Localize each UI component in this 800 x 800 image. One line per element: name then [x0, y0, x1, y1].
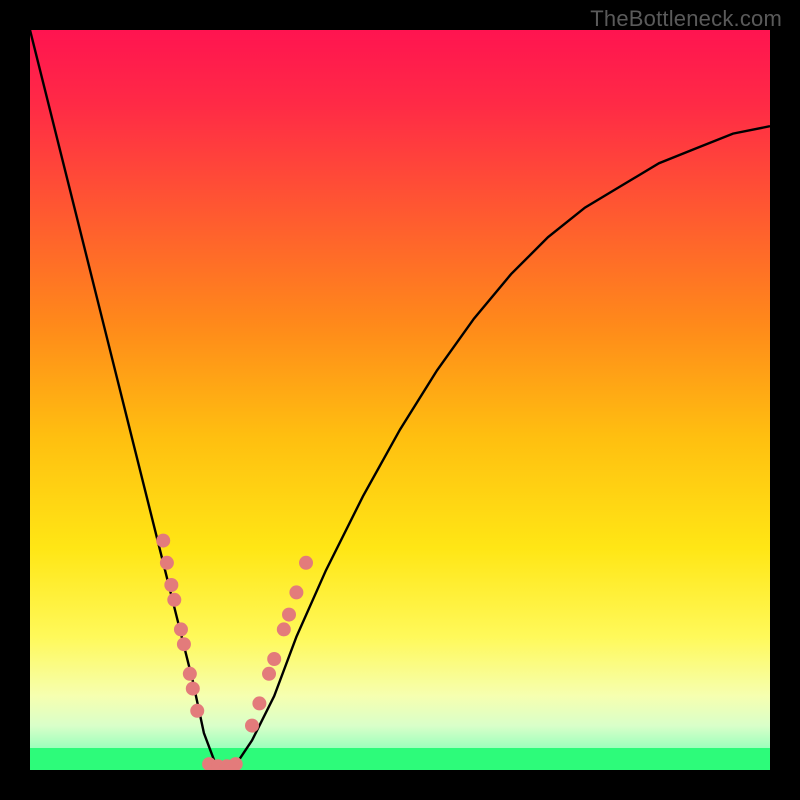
right-branch-dots-dot [289, 585, 303, 599]
right-branch-dots-dot [262, 667, 276, 681]
left-branch-dots-dot [174, 622, 188, 636]
right-branch-dots-dot [277, 622, 291, 636]
left-branch-dots-dot [164, 578, 178, 592]
right-branch-dots-dot [299, 556, 313, 570]
left-branch-dots-dot [156, 534, 170, 548]
left-branch-dots-dot [183, 667, 197, 681]
curve-layer [30, 30, 770, 770]
left-branch-dots-dot [190, 704, 204, 718]
left-branch-dots-dot [177, 637, 191, 651]
plot-area [30, 30, 770, 770]
right-branch-dots-dot [252, 696, 266, 710]
left-branch-dots-dot [167, 593, 181, 607]
bottleneck-curve [30, 30, 770, 766]
left-branch-dots-dot [186, 682, 200, 696]
watermark-text: TheBottleneck.com [590, 6, 782, 32]
right-branch-dots-dot [282, 608, 296, 622]
right-branch-dots-dot [245, 719, 259, 733]
chart-frame: TheBottleneck.com [0, 0, 800, 800]
right-branch-dots-dot [267, 652, 281, 666]
left-branch-dots-dot [160, 556, 174, 570]
